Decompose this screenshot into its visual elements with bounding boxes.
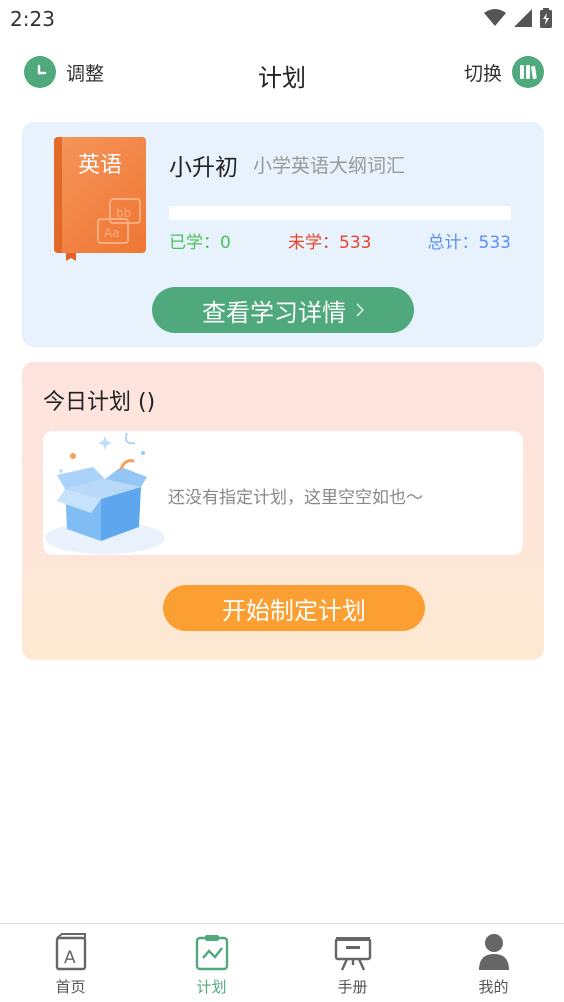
bottom-nav: A 首页 计划 手册 我的: [0, 923, 564, 1002]
book-cover[interactable]: 英语 bb Aa: [54, 137, 146, 253]
book-icon: A: [51, 932, 91, 972]
battery-icon: [540, 8, 552, 28]
svg-text:Aa: Aa: [104, 226, 120, 240]
total-stat: 总计：533: [428, 228, 511, 253]
switch-label: 切换: [463, 62, 502, 85]
switch-button[interactable]: 切换: [464, 56, 544, 88]
nav-item-home[interactable]: A 首页: [0, 924, 141, 1002]
user-icon: [474, 932, 514, 972]
svg-text:bb: bb: [116, 206, 131, 220]
nav-label-mine: 我的: [478, 978, 509, 996]
learned-label: 已学：: [169, 233, 220, 253]
header: 调整 计划 切换: [0, 50, 564, 96]
bookmark-ribbon-icon: [66, 253, 76, 261]
learned-stat: 已学：0: [169, 228, 231, 253]
chevron-right-icon: [356, 303, 364, 317]
status-bar: 2:23: [0, 0, 564, 38]
book-card: 英语 bb Aa 小升初 小学英语大纲词汇 已学：0 未学：533 总计：533…: [22, 122, 544, 347]
nav-label-home: 首页: [55, 978, 86, 996]
status-icons: [484, 8, 552, 28]
total-label: 总计：: [427, 233, 479, 253]
status-time: 2:23: [10, 7, 55, 31]
nav-item-mine[interactable]: 我的: [423, 924, 564, 1002]
unlearned-stat: 未学：533: [288, 228, 371, 253]
unlearned-label: 未学：: [288, 233, 339, 253]
nav-item-manual[interactable]: 手册: [282, 924, 423, 1002]
book-cover-decoration-icon: bb Aa: [97, 198, 141, 244]
empty-box-illustration-icon: [45, 432, 165, 554]
chart-icon: [192, 932, 232, 972]
nav-label-manual: 手册: [337, 978, 368, 996]
nav-label-plan: 计划: [196, 978, 227, 996]
learned-value: 0: [220, 233, 231, 253]
books-icon: [512, 56, 544, 88]
wifi-icon: [484, 9, 506, 26]
today-plan-title: 今日计划 (): [43, 390, 156, 415]
svg-text:A: A: [64, 948, 76, 968]
view-details-button[interactable]: 查看学习详情: [152, 287, 414, 333]
nav-item-plan[interactable]: 计划: [141, 924, 282, 1002]
easel-icon: [333, 932, 373, 972]
today-plan-card: 今日计划 () 还没有指定计划，这里空空如也～ 开始制定计划: [22, 362, 544, 660]
view-details-label: 查看学习详情: [202, 298, 346, 327]
start-plan-button[interactable]: 开始制定计划: [163, 585, 425, 631]
signal-icon: [514, 9, 532, 27]
book-name: 小升初: [169, 155, 238, 181]
progress-bar: [169, 206, 511, 220]
book-cover-title: 英语: [77, 153, 122, 178]
empty-plan-text: 还没有指定计划，这里空空如也～: [168, 488, 423, 508]
total-value: 533: [478, 233, 511, 253]
unlearned-value: 533: [339, 233, 372, 253]
book-description: 小学英语大纲词汇: [253, 155, 406, 177]
empty-plan-box: 还没有指定计划，这里空空如也～: [43, 431, 523, 555]
